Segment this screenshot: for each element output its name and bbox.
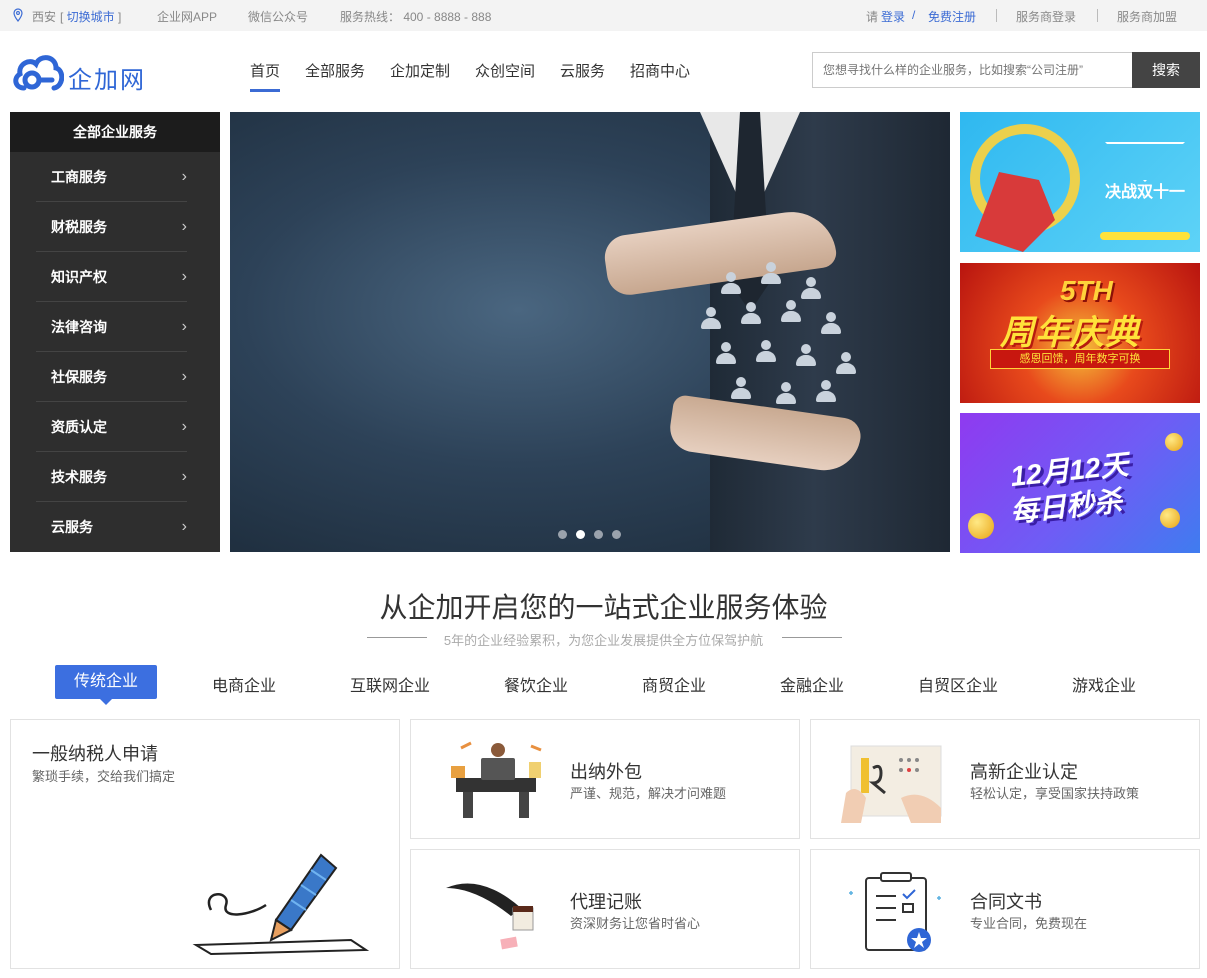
nav-invest[interactable]: 招商中心 (630, 60, 690, 81)
card-title: 高新企业认定 (970, 762, 1078, 782)
card-desc: 资深财务让您省时省心 (570, 916, 701, 931)
promo-badge: 5TH (1060, 275, 1113, 306)
card-title: 代理记账 (570, 892, 642, 912)
provider-join-link[interactable]: 服务商加盟 (1117, 8, 1177, 25)
carousel-dot[interactable] (612, 530, 621, 539)
tab-gaming[interactable]: 游戏企业 (1072, 672, 1136, 696)
sidebar-item-business[interactable]: 工商服务 › (36, 152, 187, 202)
chevron-right-icon: › (181, 418, 187, 435)
login-link[interactable]: 登录 (881, 10, 905, 24)
card-desc: 繁琐手续，交给我们搞定 (32, 769, 176, 784)
service-card-cashier[interactable]: 出纳外包 严谨、规范，解决才问难题 (410, 719, 800, 839)
service-card-contract[interactable]: 合同文书 专业合同，免费现在 (810, 849, 1200, 969)
promo-text: 决战双十一 (1105, 184, 1186, 201)
promo-ribbon: 感恩回馈，周年数字可换 (990, 349, 1170, 369)
card-title: 一般纳税人申请 (32, 744, 158, 764)
tab-ftz[interactable]: 自贸区企业 (918, 672, 998, 696)
sidebar-item-legal[interactable]: 法律咨询 › (36, 302, 187, 352)
top-bar: 西安 [ 切换城市 ] 企业网APP 微信公众号 服务热线： 400 - 888… (0, 0, 1207, 31)
service-card-general-taxpayer[interactable]: 一般纳税人申请 繁琐手续，交给我们搞定 (10, 719, 400, 969)
coin-icon (1160, 508, 1180, 528)
desk-worker-icon (441, 738, 551, 823)
tab-finance[interactable]: 金融企业 (780, 672, 844, 696)
tab-caret-icon (100, 699, 112, 705)
tab-trade[interactable]: 商贸企业 (642, 672, 706, 696)
card-desc: 专业合同，免费现在 (970, 916, 1088, 931)
coin-icon (1165, 433, 1183, 451)
sidebar-title: 全部企业服务 (10, 112, 220, 152)
section-subtitle: 5年的企业经验累积，为您企业发展提供全方位保驾护航 (443, 633, 764, 648)
chevron-right-icon: › (181, 218, 187, 235)
nav-home[interactable]: 首页 (250, 60, 280, 81)
divider (782, 637, 842, 638)
nav-cloud[interactable]: 云服务 (560, 60, 605, 81)
chevron-right-icon: › (181, 368, 187, 385)
sidebar-item-social[interactable]: 社保服务 › (36, 352, 187, 402)
tab-catering[interactable]: 餐饮企业 (504, 672, 568, 696)
current-city: 西安 (32, 10, 57, 24)
tab-traditional[interactable]: 传统企业 (55, 665, 157, 699)
login-prefix: 请 (866, 10, 879, 24)
tab-internet[interactable]: 互联网企业 (350, 672, 430, 696)
sidebar-item-ip[interactable]: 知识产权 › (36, 252, 187, 302)
sidebar-item-tech[interactable]: 技术服务 › (36, 452, 187, 502)
document-sign-icon (841, 738, 951, 823)
sidebar-item-tax[interactable]: 财税服务 › (36, 202, 187, 252)
category-sidebar: 全部企业服务 工商服务 › 财税服务 › 知识产权 › 法律咨询 › 社保服务 › 资质认… (10, 112, 220, 552)
location-icon (12, 8, 24, 25)
card-desc: 严谨、规范，解决才问难题 (570, 786, 727, 801)
people-icons (700, 262, 860, 422)
app-link[interactable]: 企业网APP (157, 8, 217, 25)
provider-login-link[interactable]: 服务商登录 (1016, 8, 1076, 25)
card-title: 出纳外包 (570, 762, 642, 782)
chevron-right-icon: › (181, 468, 187, 485)
card-title: 合同文书 (970, 892, 1042, 912)
promo-double-eleven[interactable]: 决战双十一 (960, 112, 1200, 252)
search-input[interactable] (812, 52, 1132, 88)
promo-flash-sale[interactable]: 12月12天 每日秒杀 (960, 413, 1200, 553)
tab-ecommerce[interactable]: 电商企业 (212, 672, 276, 696)
contract-document-icon (841, 868, 951, 953)
sidebar-item-cloud[interactable]: 云服务 › (36, 502, 187, 552)
nav-active-indicator (250, 89, 280, 92)
nav-cowork[interactable]: 众创空间 (475, 60, 535, 81)
brush-seal-icon (441, 868, 551, 953)
promo-anniversary[interactable]: 5TH 周年庆典 感恩回馈，周年数字可换 (960, 263, 1200, 403)
service-card-high-tech[interactable]: 高新企业认定 轻松认定，享受国家扶持政策 (810, 719, 1200, 839)
coin-icon (968, 513, 994, 539)
card-desc: 轻松认定，享受国家扶持政策 (970, 786, 1140, 801)
chevron-right-icon: › (181, 518, 187, 535)
carousel-dot[interactable] (558, 530, 567, 539)
login-slash: / (912, 8, 916, 22)
hero-banner[interactable] (230, 112, 950, 552)
promo-title: 周年庆典 (1000, 314, 1140, 352)
chevron-right-icon: › (181, 268, 187, 285)
chevron-right-icon: › (181, 168, 187, 185)
chevron-right-icon: › (181, 318, 187, 335)
section-title: 从企加开启您的一站式企业服务体验 (379, 592, 828, 623)
divider (996, 9, 997, 22)
wechat-link[interactable]: 微信公众号 (248, 8, 308, 25)
carousel-dot[interactable] (594, 530, 603, 539)
pencil-paper-icon (191, 850, 371, 958)
hotline-text: 服务热线： 400 - 8888 - 888 (340, 10, 492, 24)
search-button[interactable]: 搜索 (1132, 52, 1200, 88)
sidebar-item-cert[interactable]: 资质认定 › (36, 402, 187, 452)
switch-city-link[interactable]: 切换城市 (67, 10, 115, 24)
register-link[interactable]: 免费注册 (928, 10, 976, 24)
logo-text[interactable]: 企加网 (68, 60, 146, 95)
service-card-bookkeeping[interactable]: 代理记账 资深财务让您省时省心 (410, 849, 800, 969)
divider (1097, 9, 1098, 22)
nav-custom[interactable]: 企加定制 (390, 60, 450, 81)
nav-all-services[interactable]: 全部服务 (305, 60, 365, 81)
carousel-dot-active[interactable] (576, 530, 585, 539)
